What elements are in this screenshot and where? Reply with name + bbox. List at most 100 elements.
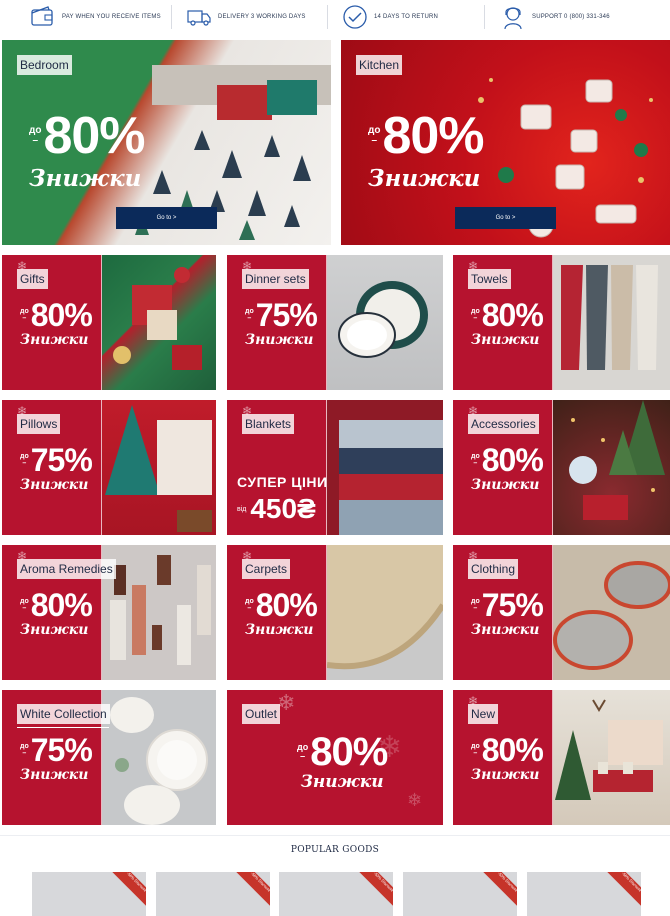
- category-tile-aroma-remedies[interactable]: ❄ Aroma Remedies до –80% Знижки: [2, 545, 216, 680]
- category-tile-carpets[interactable]: ❄ Carpets до –80% Знижки: [227, 545, 443, 680]
- discount-value: 80%: [382, 107, 484, 165]
- discount-value: 80%: [481, 442, 544, 478]
- product-card[interactable]: -56% Discount: [32, 872, 146, 916]
- discount-promo: до –75% Знижки: [245, 297, 318, 348]
- category-label: Carpets: [242, 559, 291, 579]
- discount-value: 75%: [255, 297, 318, 333]
- label-underline: [17, 727, 109, 728]
- popular-goods-title: POPULAR GOODS: [290, 845, 380, 855]
- discount-value: 80%: [255, 587, 318, 623]
- price-value: 450₴: [250, 493, 316, 524]
- category-label: Kitchen: [356, 55, 403, 75]
- go-to-button[interactable]: Go to >: [116, 207, 217, 229]
- category-label: Outlet: [242, 704, 281, 724]
- category-label: Clothing: [468, 559, 519, 579]
- carpets-photo: [326, 545, 443, 680]
- category-label: Towels: [468, 269, 511, 289]
- new-photo: [553, 690, 670, 825]
- towels-photo: [553, 255, 670, 390]
- wallet-icon: [30, 4, 56, 30]
- prefix-do: до: [20, 453, 29, 460]
- category-label: Pillows: [17, 414, 61, 434]
- info-text: DELIVERY 3 WORKING DAYS: [218, 14, 306, 20]
- product-card[interactable]: -53% Discount: [279, 872, 393, 916]
- dinner-sets-photo: [327, 255, 443, 390]
- category-label: White Collection: [17, 704, 110, 724]
- info-support[interactable]: SUPPORT 0 (800) 331-346: [500, 0, 610, 34]
- discount-value: 80%: [43, 107, 145, 165]
- category-label: Dinner sets: [242, 269, 309, 289]
- discount-value: 80%: [30, 297, 93, 333]
- discount-subtitle: Знижки: [20, 767, 89, 783]
- product-card[interactable]: -56% Discount: [527, 872, 641, 916]
- discount-badge: -53% Discount: [358, 872, 393, 908]
- category-tile-dinner-sets[interactable]: ❄ Dinner sets до –75% Знижки: [227, 255, 443, 390]
- category-label: Blankets: [242, 414, 295, 434]
- prefix-do: до: [471, 308, 480, 315]
- aroma-remedies-photo: [102, 545, 216, 680]
- go-to-button[interactable]: Go to >: [455, 207, 556, 229]
- checkmark-icon: [342, 4, 368, 30]
- category-label: New: [468, 704, 499, 724]
- prefix-do: до: [20, 308, 29, 315]
- white-collection-photo: [102, 690, 216, 825]
- info-delivery: DELIVERY 3 WORKING DAYS: [186, 0, 306, 34]
- discount-promo: до –75% Знижки: [20, 732, 93, 783]
- discount-badge: -53% Discount: [482, 872, 517, 908]
- discount-value: 80%: [481, 732, 544, 768]
- category-tile-outlet[interactable]: ❄ ❄ ❄ Outlet до –80% Знижки: [227, 690, 443, 825]
- discount-value: 75%: [481, 587, 544, 623]
- price-from: від: [237, 505, 247, 513]
- discount-promo: до –75% Знижки: [20, 442, 93, 493]
- category-tile-clothing[interactable]: ❄ Clothing до –75% Знижки: [453, 545, 670, 680]
- prefix-do: до: [471, 453, 480, 460]
- discount-subtitle: Знижки: [245, 332, 314, 348]
- discount-promo: до –75% Знижки: [471, 587, 544, 638]
- price-promo: СУПЕР ЦІНИ від 450₴: [237, 474, 328, 525]
- prefix-do: до: [20, 598, 29, 605]
- product-card[interactable]: -56% Discount: [156, 872, 270, 916]
- info-text: SUPPORT 0 (800) 331-346: [532, 14, 610, 20]
- discount-promo: до –80% Знижки: [245, 587, 318, 638]
- category-tile-towels[interactable]: ❄ Towels до –80% Знижки: [453, 255, 670, 390]
- category-tile-white-collection[interactable]: White Collection до –75% Знижки: [2, 690, 216, 825]
- category-tile-kitchen[interactable]: Kitchen до – 80% Знижки Go to >: [341, 40, 670, 245]
- discount-value: 75%: [30, 732, 93, 768]
- category-tile-blankets[interactable]: ❄ Blankets СУПЕР ЦІНИ від 450₴: [227, 400, 443, 535]
- info-separator: [484, 5, 485, 29]
- discount-subtitle: Знижки: [471, 767, 540, 783]
- category-tile-gifts[interactable]: ❄ Gifts до –80% Знижки: [2, 255, 216, 390]
- discount-subtitle: Знижки: [471, 332, 540, 348]
- discount-badge: -56% Discount: [235, 872, 270, 908]
- category-tile-accessories[interactable]: ❄ Accessories до –80% Знижки: [453, 400, 670, 535]
- discount-value: 80%: [30, 587, 93, 623]
- category-label: Aroma Remedies: [17, 559, 116, 579]
- category-tile-pillows[interactable]: ❄ Pillows до –75% Знижки: [2, 400, 216, 535]
- accessories-photo: [553, 400, 670, 535]
- category-tile-new[interactable]: ❄ New до –80% Знижки: [453, 690, 670, 825]
- discount-badge: -56% Discount: [606, 872, 641, 908]
- info-text: PAY WHEN YOU RECEIVE ITEMS: [62, 14, 161, 20]
- discount-subtitle: Знижки: [20, 622, 89, 638]
- discount-subtitle: Знижки: [471, 477, 540, 493]
- prefix-do: до: [245, 598, 254, 605]
- discount-badge: -56% Discount: [111, 872, 146, 908]
- info-pay-on-receipt: PAY WHEN YOU RECEIVE ITEMS: [30, 0, 161, 34]
- pillows-photo: [102, 400, 216, 535]
- info-returns: 14 DAYS TO RETURN: [342, 0, 438, 34]
- truck-icon: [186, 4, 212, 30]
- section-divider: [0, 835, 670, 836]
- discount-subtitle: Знижки: [368, 165, 481, 192]
- discount-subtitle: Знижки: [300, 772, 384, 792]
- info-text: 14 DAYS TO RETURN: [374, 14, 439, 20]
- category-label: Accessories: [468, 414, 539, 434]
- product-card[interactable]: -53% Discount: [403, 872, 517, 916]
- discount-value: 75%: [30, 442, 93, 478]
- category-label: Bedroom: [17, 55, 72, 75]
- info-separator: [171, 5, 172, 29]
- discount-subtitle: Знижки: [20, 477, 89, 493]
- discount-promo: до – 80% Знижки: [368, 107, 485, 192]
- category-tile-bedroom[interactable]: Bedroom до – 80% Знижки Go to >: [2, 40, 331, 245]
- discount-promo: до –80% Знижки: [471, 297, 544, 348]
- gifts-photo: [102, 255, 216, 390]
